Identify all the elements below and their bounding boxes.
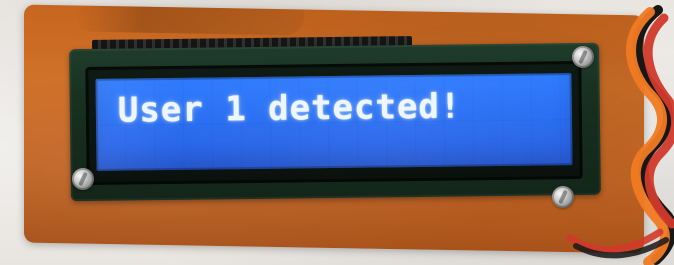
lcd-screen: User 1 detected! xyxy=(95,73,573,171)
lcd-inner-frame: User 1 detected! xyxy=(85,60,583,186)
pcb-top-shadow xyxy=(74,5,304,36)
wire-bundle-icon xyxy=(566,5,674,265)
screw-icon xyxy=(72,168,94,190)
lcd-module: User 1 detected! xyxy=(69,42,601,202)
lcd-message: User 1 detected! xyxy=(117,86,462,131)
device-photo: User 1 detected! xyxy=(0,0,674,265)
